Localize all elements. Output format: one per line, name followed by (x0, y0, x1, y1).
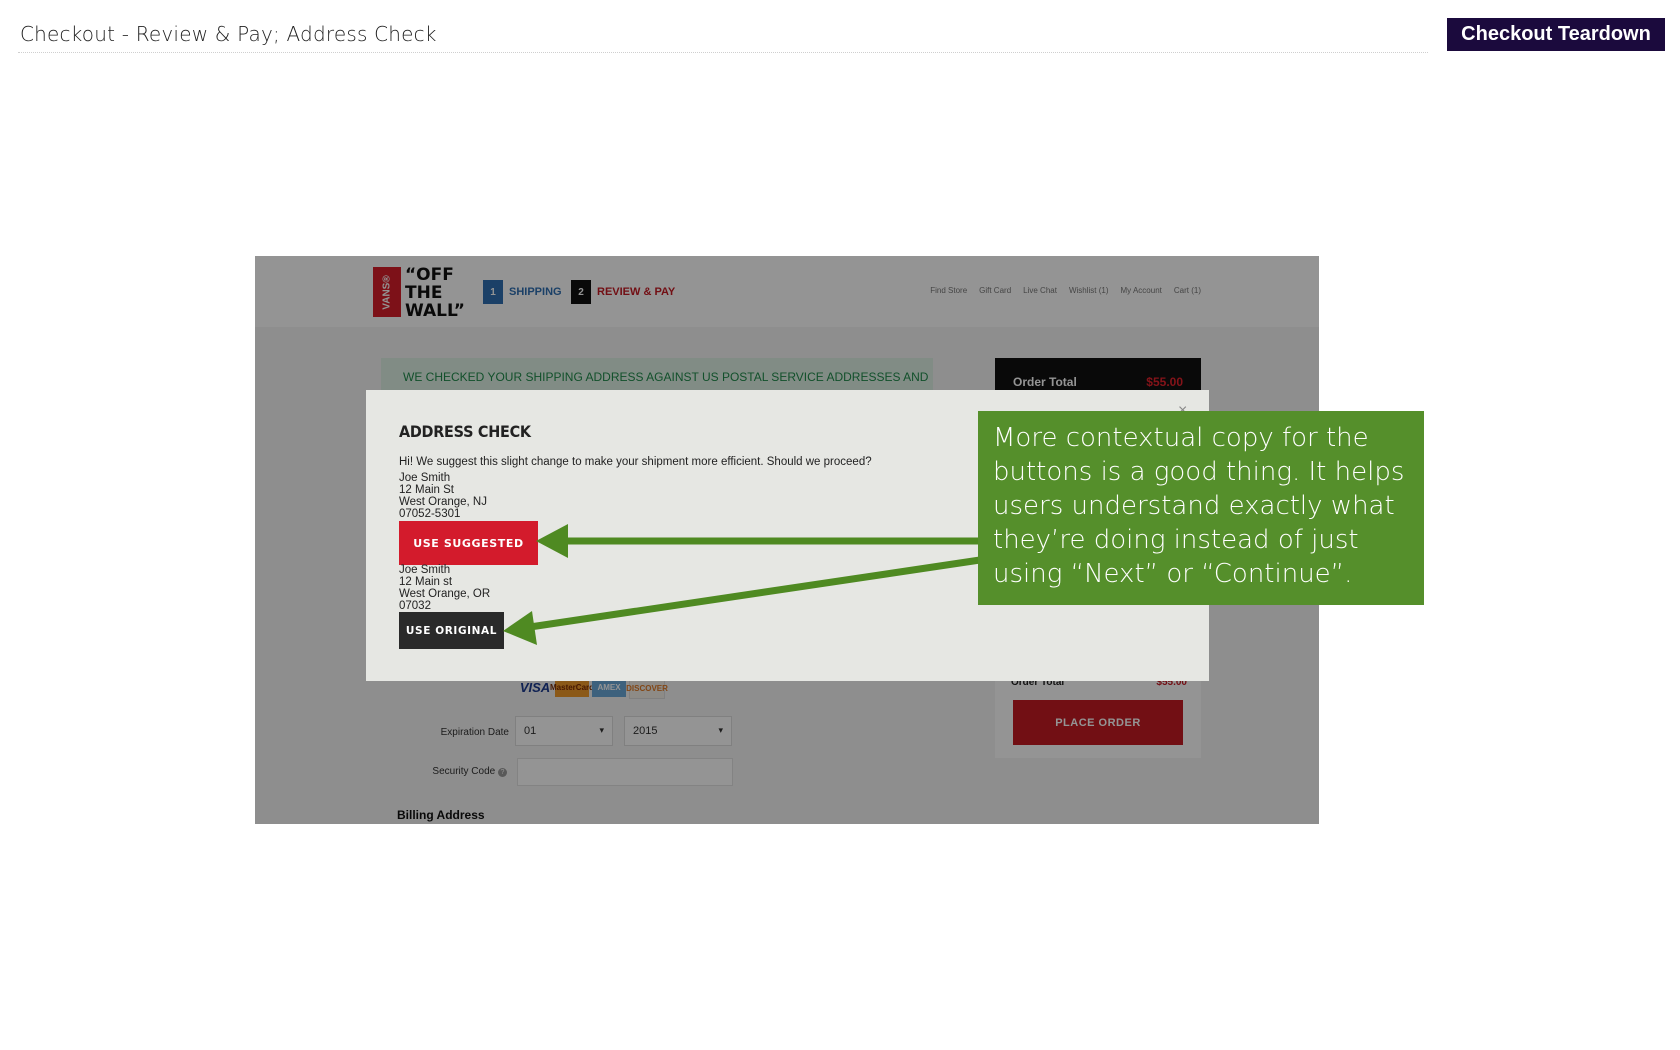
suggested-address: Joe Smith 12 Main St West Orange, NJ 070… (399, 472, 487, 520)
modal-message: Hi! We suggest this slight change to mak… (399, 456, 872, 468)
slide-title: Checkout - Review & Pay; Address Check (20, 22, 437, 46)
modal-title: ADDRESS CHECK (399, 422, 531, 441)
annotation-callout: More contextual copy for the buttons is … (978, 411, 1424, 605)
address-line: Joe Smith (399, 564, 451, 576)
use-suggested-button[interactable]: USE SUGGESTED (399, 521, 538, 565)
original-address: Joe Smith 12 Main st West Orange, OR 070… (399, 564, 490, 612)
address-line: 12 Main st (399, 576, 453, 588)
slide-badge: Checkout Teardown (1447, 18, 1665, 51)
address-line: 07052-5301 (399, 508, 461, 520)
slide-divider (18, 52, 1428, 53)
address-line: 07032 (399, 600, 431, 612)
address-line: West Orange, NJ (399, 496, 487, 508)
address-line: West Orange, OR (399, 588, 491, 600)
address-line: Joe Smith (399, 472, 451, 484)
use-original-button[interactable]: USE ORIGINAL (399, 612, 504, 649)
address-line: 12 Main St (399, 484, 454, 496)
